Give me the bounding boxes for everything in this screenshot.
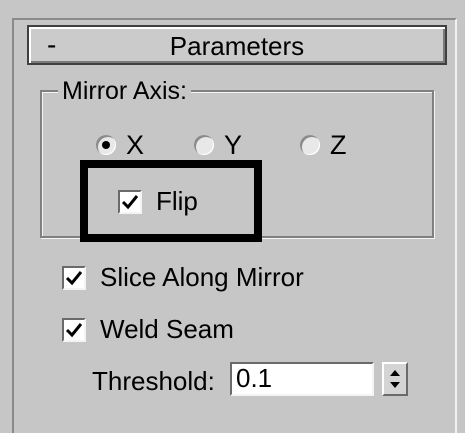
rollout-title: Parameters	[169, 31, 305, 61]
checkbox-box	[62, 265, 86, 290]
checkmark-icon	[65, 270, 83, 285]
spinner-down-arrow-icon[interactable]	[390, 382, 400, 388]
radio-indicator-selected	[96, 135, 116, 155]
threshold-input[interactable]: 0.1	[230, 362, 374, 396]
radio-indicator	[300, 135, 320, 155]
threshold-label: Threshold:	[92, 366, 215, 396]
radio-indicator	[194, 135, 214, 155]
weld-seam-checkbox[interactable]: Weld Seam	[62, 314, 234, 345]
slice-along-mirror-checkbox[interactable]: Slice Along Mirror	[62, 262, 304, 293]
threshold-spinner[interactable]	[382, 362, 408, 396]
radio-label-x: X	[126, 129, 145, 160]
spinner-up-arrow-icon[interactable]	[390, 370, 400, 376]
flip-highlight-frame	[80, 160, 262, 242]
radio-label-y: Y	[224, 129, 243, 160]
mirror-axis-z-radio[interactable]: Z	[300, 130, 347, 160]
mirror-axis-x-radio[interactable]: X	[96, 130, 144, 160]
mirror-axis-y-radio[interactable]: Y	[194, 130, 242, 160]
checkmark-icon	[65, 322, 83, 337]
mirror-axis-legend: Mirror Axis:	[58, 76, 191, 106]
slice-along-mirror-label: Slice Along Mirror	[100, 262, 304, 292]
weld-seam-label: Weld Seam	[100, 314, 234, 344]
checkbox-box	[62, 317, 86, 342]
parameters-rollout-header[interactable]: - Parameters	[27, 25, 447, 65]
radio-label-z: Z	[330, 129, 347, 160]
